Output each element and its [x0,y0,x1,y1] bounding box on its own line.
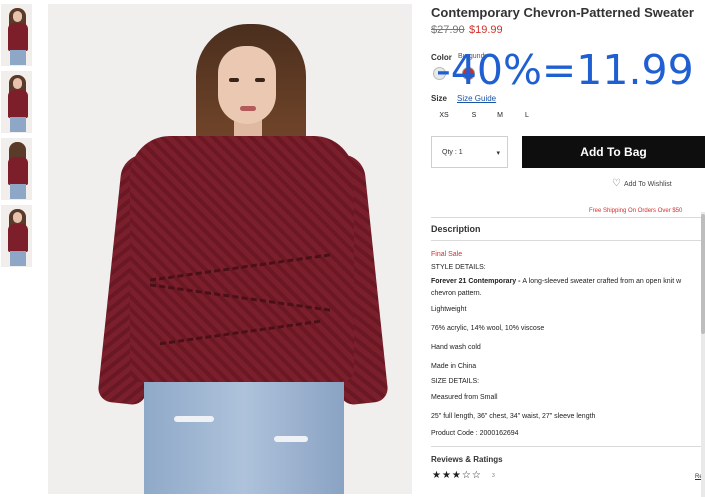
quantity-select[interactable]: Qty : 1 ▾ [431,136,508,168]
thumb-face [13,212,22,223]
summary-text: A long-sleeved sweater crafted from an o… [522,278,682,285]
scrollbar-thumb[interactable] [701,214,705,334]
wishlist-label: Add To Wishlist [623,181,672,188]
chevron-down-icon: ▾ [496,150,500,157]
size-label: Size [431,94,448,103]
weight-detail: Lightweight [431,306,467,313]
chevron-row [160,319,320,355]
model-eye-right [255,78,265,82]
add-to-wishlist-link[interactable]: ♡ Add To Wishlist [612,178,672,189]
thumb-jeans [10,251,26,266]
chevron-row [150,283,330,321]
rating-stars: ★★★☆☆ [432,470,482,481]
scrollbar[interactable] [701,212,705,497]
size-details-label: SIZE DETAILS: [431,378,480,385]
thumb-jeans [10,50,26,65]
thumbnail-strip [1,4,33,272]
divider [431,217,705,218]
thumb-face [13,11,22,22]
final-sale-label: Final Sale [431,251,463,258]
model-face [218,46,276,124]
sale-price: $19.99 [469,24,503,36]
sweater-body [130,136,354,382]
jeans-rip [274,436,308,442]
size-option-m[interactable]: M [492,112,508,119]
brand-name: Forever 21 Contemporary - [431,278,523,285]
divider [431,446,705,447]
style-details-label: STYLE DETAILS: [431,264,486,271]
shipping-note: Free Shipping On Orders Over $50 [589,208,683,214]
size-option-xs[interactable]: XS [436,112,452,119]
summary-continued: chevron pattern. [431,290,482,297]
reviews-heading: Reviews & Ratings [431,455,503,464]
fabric-detail: 76% acrylic, 14% wool, 10% viscose [431,325,545,332]
product-code: Product Code : 2000162694 [431,430,519,437]
thumbnail-full[interactable] [1,205,32,267]
thumb-jeans [10,184,26,199]
thumb-sweater [8,23,28,51]
product-title: Contemporary Chevron-Patterned Sweater [431,5,694,20]
heart-icon: ♡ [612,178,621,189]
size-option-l[interactable]: L [519,112,535,119]
add-to-bag-button[interactable]: Add To Bag [522,136,705,168]
origin-detail: Made in China [431,363,477,370]
measured-detail: Measured from Small [431,394,498,401]
size-option-s[interactable]: S [466,112,482,119]
thumbnail-side[interactable] [1,71,32,133]
thumbnail-back[interactable] [1,138,32,200]
thumb-sweater [8,90,28,118]
chevron-row [150,253,330,291]
promo-overlay-text: -40%=11.99 [436,46,694,94]
care-detail: Hand wash cold [431,344,481,351]
divider [431,240,705,241]
product-main-image[interactable] [48,4,412,494]
model-jeans [144,376,344,494]
review-count: 3 [492,473,495,479]
measurements-detail: 25" full length, 36" chest, 34" waist, 2… [431,413,596,420]
description-heading: Description [431,224,481,234]
quantity-value: Qty : 1 [442,149,463,156]
model-lips [240,106,256,111]
original-price: $27.90 [431,24,465,36]
thumb-sweater [8,157,28,185]
product-summary: Forever 21 Contemporary - A long-sleeved… [431,278,681,285]
thumbnail-front[interactable] [1,4,32,66]
thumb-face [13,78,22,89]
thumb-sweater [8,224,28,252]
model-eye-left [229,78,239,82]
jeans-rip [174,416,214,422]
size-guide-link[interactable]: Size Guide [457,94,496,103]
thumb-jeans [10,117,26,132]
